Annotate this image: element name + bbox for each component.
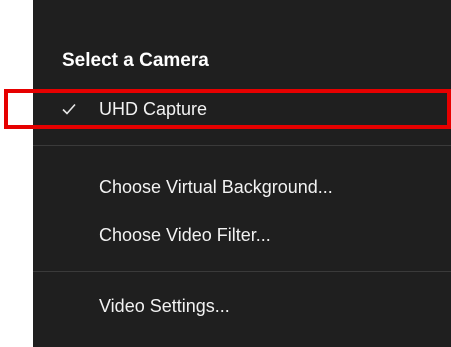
checkmark-icon [62, 103, 76, 115]
choose-virtual-background-item[interactable]: Choose Virtual Background... [33, 167, 451, 207]
menu-divider [33, 271, 451, 272]
video-settings-item[interactable]: Video Settings... [33, 286, 451, 326]
camera-option-uhd-capture[interactable]: UHD Capture [33, 89, 451, 129]
camera-option-label: UHD Capture [99, 99, 208, 119]
choose-video-filter-item[interactable]: Choose Video Filter... [33, 215, 451, 255]
screenshot-root: Select a Camera UHD Capture Choose Virtu… [0, 0, 451, 347]
video-options-menu: Select a Camera UHD Capture Choose Virtu… [33, 0, 451, 347]
select-camera-heading: Select a Camera [62, 50, 209, 71]
menu-divider [33, 145, 451, 146]
choose-virtual-background-label: Choose Virtual Background... [99, 177, 333, 197]
choose-video-filter-label: Choose Video Filter... [99, 225, 271, 245]
video-settings-label: Video Settings... [99, 296, 230, 316]
